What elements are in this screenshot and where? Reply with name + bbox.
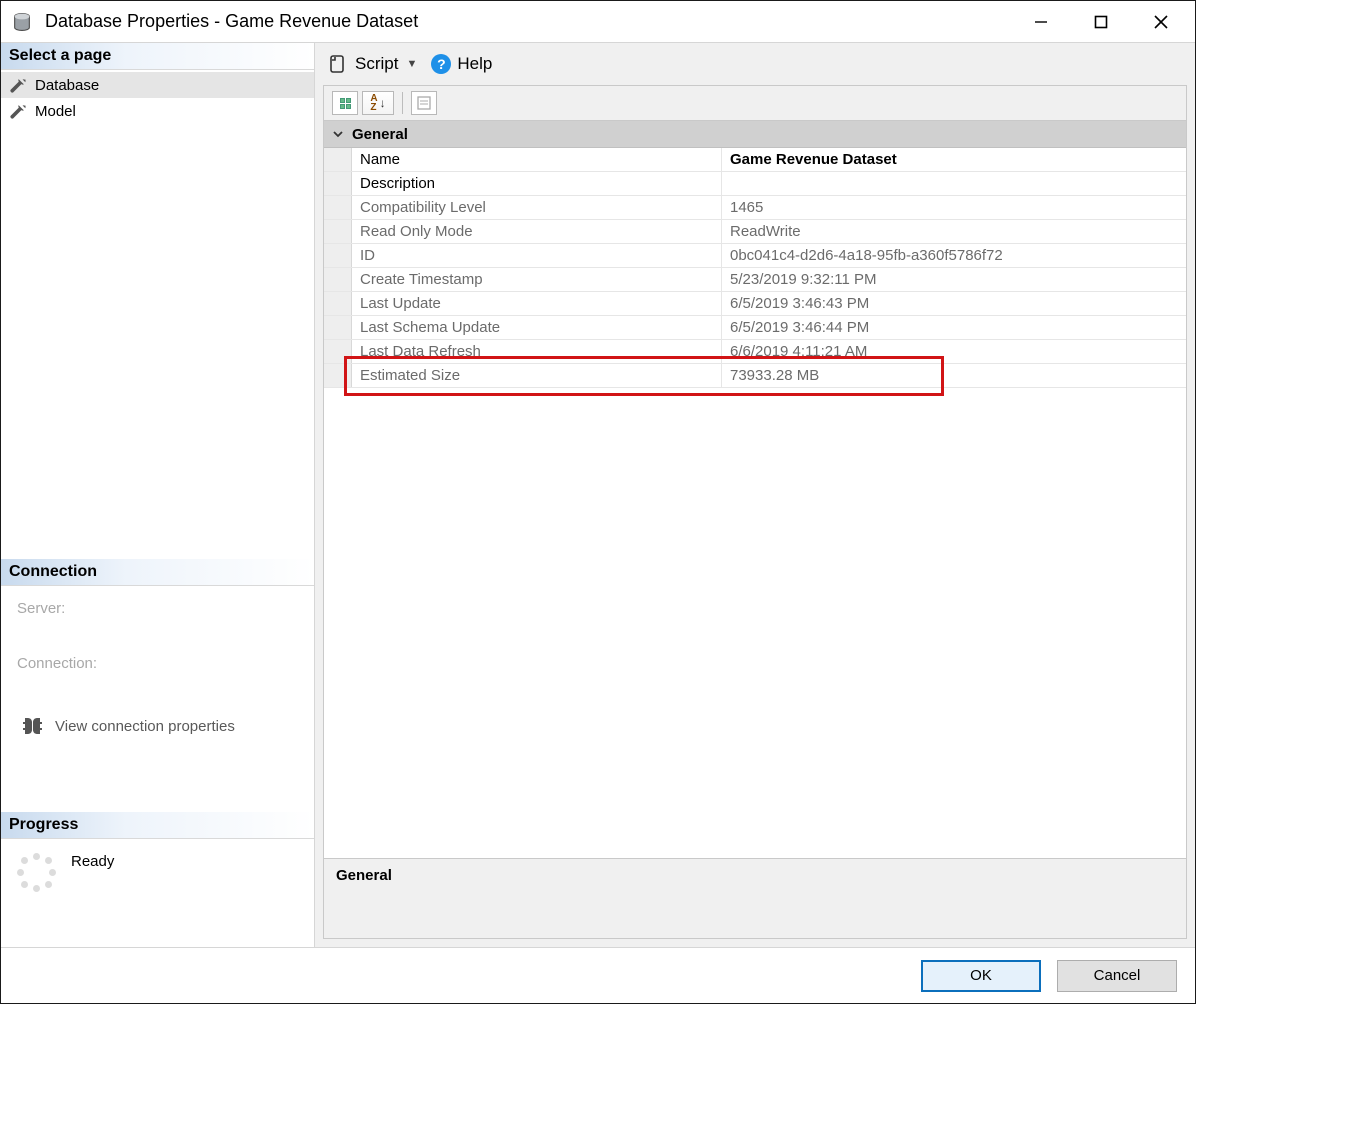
property-label: Last Data Refresh (352, 340, 722, 363)
alphabetical-sort-button[interactable]: AZ↓ (362, 91, 394, 115)
property-label: Last Update (352, 292, 722, 315)
database-icon (9, 9, 35, 35)
dialog-footer: OK Cancel (1, 947, 1195, 1003)
dialog-window: Database Properties - Game Revenue Datas… (0, 0, 1196, 1004)
property-row: Last Data Refresh6/6/2019 4:11:21 AM (324, 340, 1186, 364)
property-row: Read Only ModeReadWrite (324, 220, 1186, 244)
script-icon (327, 53, 349, 75)
titlebar: Database Properties - Game Revenue Datas… (1, 1, 1195, 43)
help-label: Help (457, 54, 492, 74)
main-panel: Script ▼ ? Help AZ↓ (315, 43, 1195, 947)
property-row[interactable]: NameGame Revenue Dataset (324, 148, 1186, 172)
property-row[interactable]: Description (324, 172, 1186, 196)
row-gutter (324, 244, 352, 267)
connection-icon (17, 714, 45, 738)
maximize-button[interactable] (1071, 2, 1131, 42)
property-row: Estimated Size73933.28 MB (324, 364, 1186, 388)
property-value: 6/5/2019 3:46:44 PM (722, 316, 1186, 339)
property-value: 6/6/2019 4:11:21 AM (722, 340, 1186, 363)
row-gutter (324, 340, 352, 363)
script-button[interactable]: Script ▼ (323, 51, 421, 77)
ok-button[interactable]: OK (921, 960, 1041, 992)
sidebar-item-database[interactable]: Database (1, 72, 314, 98)
property-toolbar: AZ↓ (324, 86, 1186, 120)
progress-status: Ready (71, 853, 114, 870)
script-label: Script (355, 54, 398, 74)
property-group-header[interactable]: General (324, 121, 1186, 148)
progress-spinner-icon (17, 853, 57, 893)
sidebar-item-label: Model (35, 103, 76, 120)
property-grid: General NameGame Revenue DatasetDescript… (324, 120, 1186, 938)
property-row: Last Update6/5/2019 3:46:43 PM (324, 292, 1186, 316)
collapse-icon[interactable] (324, 121, 352, 147)
property-label: Compatibility Level (352, 196, 722, 219)
property-value: 0bc041c4-d2d6-4a18-95fb-a360f5786f72 (722, 244, 1186, 267)
property-label: Last Schema Update (352, 316, 722, 339)
view-connection-properties-link[interactable]: View connection properties (17, 710, 298, 746)
wrench-icon (7, 100, 29, 122)
property-description-panel: General (324, 858, 1186, 938)
view-connection-properties-label: View connection properties (55, 718, 235, 735)
connection-label: Connection: (17, 655, 298, 672)
property-label: Estimated Size (352, 364, 722, 387)
description-title: General (336, 867, 392, 884)
row-gutter (324, 172, 352, 195)
property-label: Read Only Mode (352, 220, 722, 243)
progress-header: Progress (1, 812, 314, 839)
row-gutter (324, 316, 352, 339)
content-wrap: AZ↓ General NameGame Revenue DatasetDes (323, 85, 1187, 939)
close-button[interactable] (1131, 2, 1191, 42)
select-page-header: Select a page (1, 43, 314, 70)
property-value[interactable] (722, 172, 1186, 195)
row-gutter (324, 268, 352, 291)
property-row: ID0bc041c4-d2d6-4a18-95fb-a360f5786f72 (324, 244, 1186, 268)
property-value: 5/23/2019 9:32:11 PM (722, 268, 1186, 291)
property-row: Create Timestamp5/23/2019 9:32:11 PM (324, 268, 1186, 292)
cancel-button[interactable]: Cancel (1057, 960, 1177, 992)
row-gutter (324, 220, 352, 243)
minimize-button[interactable] (1011, 2, 1071, 42)
group-label: General (352, 126, 408, 143)
property-value: 6/5/2019 3:46:43 PM (722, 292, 1186, 315)
row-gutter (324, 364, 352, 387)
chevron-down-icon: ▼ (406, 58, 417, 70)
property-value: 73933.28 MB (722, 364, 1186, 387)
connection-body: Server: Connection: View connection prop… (1, 586, 314, 752)
page-list: Database Model (1, 70, 314, 124)
sidebar-item-label: Database (35, 77, 99, 94)
window-controls (1011, 2, 1191, 42)
help-button[interactable]: ? Help (427, 52, 496, 76)
property-pages-button[interactable] (411, 91, 437, 115)
help-icon: ? (431, 54, 451, 74)
window-title: Database Properties - Game Revenue Datas… (45, 11, 418, 32)
wrench-icon (7, 74, 29, 96)
property-label: ID (352, 244, 722, 267)
main-toolbar: Script ▼ ? Help (315, 43, 1195, 85)
property-row: Compatibility Level1465 (324, 196, 1186, 220)
property-value: 1465 (722, 196, 1186, 219)
sidebar: Select a page Database Model Connection (1, 43, 315, 947)
property-value: ReadWrite (722, 220, 1186, 243)
sidebar-item-model[interactable]: Model (1, 98, 314, 124)
row-gutter (324, 148, 352, 171)
property-label: Description (352, 172, 722, 195)
property-row: Last Schema Update6/5/2019 3:46:44 PM (324, 316, 1186, 340)
progress-body: Ready (1, 839, 314, 907)
row-gutter (324, 196, 352, 219)
connection-header: Connection (1, 559, 314, 586)
property-label: Name (352, 148, 722, 171)
property-label: Create Timestamp (352, 268, 722, 291)
property-value[interactable]: Game Revenue Dataset (722, 148, 1186, 171)
server-label: Server: (17, 600, 298, 617)
toolbar-divider (402, 92, 403, 114)
categorize-button[interactable] (332, 91, 358, 115)
row-gutter (324, 292, 352, 315)
